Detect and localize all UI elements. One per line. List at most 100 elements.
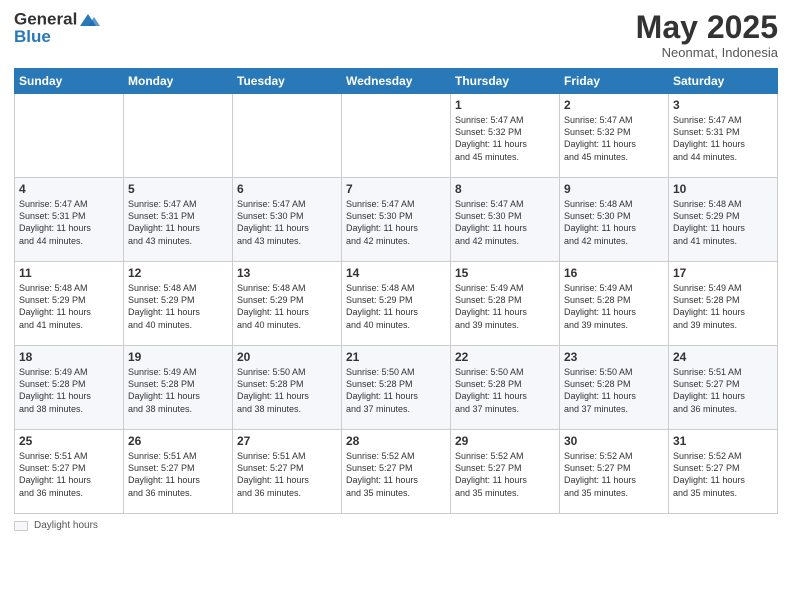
- calendar-cell: 5Sunrise: 5:47 AM Sunset: 5:31 PM Daylig…: [124, 178, 233, 262]
- day-number: 27: [237, 434, 337, 448]
- day-info: Sunrise: 5:47 AM Sunset: 5:31 PM Dayligh…: [673, 114, 773, 163]
- week-row-2: 4Sunrise: 5:47 AM Sunset: 5:31 PM Daylig…: [15, 178, 778, 262]
- weekday-header-friday: Friday: [560, 69, 669, 94]
- calendar-cell: 28 Sunrise: 5:52 AM Sunset: 5:27 PM Dayli…: [342, 430, 451, 514]
- day-number: 8: [455, 182, 555, 196]
- day-info: Sunrise: 5:49 AM Sunset: 5:28 PM Dayligh…: [19, 366, 119, 415]
- day-number: 2: [564, 98, 664, 112]
- day-number: 17: [673, 266, 773, 280]
- day-info: Sunrise: 5:47 AM Sunset: 5:32 PM Dayligh…: [455, 114, 555, 163]
- day-number: 15: [455, 266, 555, 280]
- calendar-cell: [233, 94, 342, 178]
- calendar-cell: 26Sunrise: 5:51 AM Sunset: 5:27 PM Dayli…: [124, 430, 233, 514]
- calendar-cell: 13 Sunrise: 5:48 AM Sunset: 5:29 PM Dayli…: [233, 262, 342, 346]
- day-number: 9: [564, 182, 664, 196]
- day-number: 30: [564, 434, 664, 448]
- day-info: Sunrise: 5:48 AM Sunset: 5:29 PM Dayligh…: [128, 282, 228, 331]
- day-number: 31: [673, 434, 773, 448]
- day-number: 3: [673, 98, 773, 112]
- calendar-cell: 23 Sunrise: 5:50 AM Sunset: 5:28 PM Dayli…: [560, 346, 669, 430]
- calendar-cell: 2 Sunrise: 5:47 AM Sunset: 5:32 PM Daylig…: [560, 94, 669, 178]
- weekday-header-sunday: Sunday: [15, 69, 124, 94]
- calendar-cell: 14 Sunrise: 5:48 AM Sunset: 5:29 PM Dayli…: [342, 262, 451, 346]
- day-number: 14: [346, 266, 446, 280]
- calendar-cell: 18 Sunrise: 5:49 AM Sunset: 5:28 PM Dayli…: [15, 346, 124, 430]
- footer-label: Daylight hours: [34, 520, 98, 531]
- calendar-cell: [15, 94, 124, 178]
- day-number: 1: [455, 98, 555, 112]
- day-info: Sunrise: 5:49 AM Sunset: 5:28 PM Dayligh…: [128, 366, 228, 415]
- calendar-cell: 16Sunrise: 5:49 AM Sunset: 5:28 PM Dayli…: [560, 262, 669, 346]
- day-info: Sunrise: 5:48 AM Sunset: 5:29 PM Dayligh…: [237, 282, 337, 331]
- calendar-cell: 7Sunrise: 5:47 AM Sunset: 5:30 PM Daylig…: [342, 178, 451, 262]
- day-info: Sunrise: 5:48 AM Sunset: 5:30 PM Dayligh…: [564, 198, 664, 247]
- footer-legend-box: [14, 521, 28, 531]
- calendar-table: SundayMondayTuesdayWednesdayThursdayFrid…: [14, 68, 778, 514]
- day-info: Sunrise: 5:49 AM Sunset: 5:28 PM Dayligh…: [455, 282, 555, 331]
- weekday-header-saturday: Saturday: [669, 69, 778, 94]
- page-container: General Blue May 2025 Neonmat, Indonesia…: [0, 0, 792, 541]
- calendar-cell: [342, 94, 451, 178]
- month-title: May 2025: [636, 10, 778, 45]
- day-number: 13: [237, 266, 337, 280]
- calendar-cell: 24Sunrise: 5:51 AM Sunset: 5:27 PM Dayli…: [669, 346, 778, 430]
- day-info: Sunrise: 5:52 AM Sunset: 5:27 PM Dayligh…: [455, 450, 555, 499]
- location: Neonmat, Indonesia: [636, 45, 778, 60]
- calendar-cell: 8Sunrise: 5:47 AM Sunset: 5:30 PM Daylig…: [451, 178, 560, 262]
- day-info: Sunrise: 5:49 AM Sunset: 5:28 PM Dayligh…: [673, 282, 773, 331]
- calendar-cell: 12 Sunrise: 5:48 AM Sunset: 5:29 PM Dayli…: [124, 262, 233, 346]
- day-number: 22: [455, 350, 555, 364]
- day-info: Sunrise: 5:50 AM Sunset: 5:28 PM Dayligh…: [346, 366, 446, 415]
- weekday-header-thursday: Thursday: [451, 69, 560, 94]
- title-block: May 2025 Neonmat, Indonesia: [636, 10, 778, 60]
- weekday-header-tuesday: Tuesday: [233, 69, 342, 94]
- logo-blue: Blue: [14, 28, 100, 47]
- calendar-cell: 27 Sunrise: 5:51 AM Sunset: 5:27 PM Dayli…: [233, 430, 342, 514]
- calendar-cell: [124, 94, 233, 178]
- day-number: 26: [128, 434, 228, 448]
- day-info: Sunrise: 5:47 AM Sunset: 5:32 PM Dayligh…: [564, 114, 664, 163]
- day-number: 18: [19, 350, 119, 364]
- day-info: Sunrise: 5:50 AM Sunset: 5:28 PM Dayligh…: [455, 366, 555, 415]
- day-number: 11: [19, 266, 119, 280]
- weekday-header-monday: Monday: [124, 69, 233, 94]
- day-number: 28: [346, 434, 446, 448]
- calendar-cell: 29 Sunrise: 5:52 AM Sunset: 5:27 PM Dayli…: [451, 430, 560, 514]
- day-number: 29: [455, 434, 555, 448]
- week-row-4: 18 Sunrise: 5:49 AM Sunset: 5:28 PM Dayli…: [15, 346, 778, 430]
- calendar-cell: 25Sunrise: 5:51 AM Sunset: 5:27 PM Dayli…: [15, 430, 124, 514]
- day-info: Sunrise: 5:51 AM Sunset: 5:27 PM Dayligh…: [673, 366, 773, 415]
- calendar-cell: 21 Sunrise: 5:50 AM Sunset: 5:28 PM Dayli…: [342, 346, 451, 430]
- weekday-header-wednesday: Wednesday: [342, 69, 451, 94]
- day-info: Sunrise: 5:52 AM Sunset: 5:27 PM Dayligh…: [673, 450, 773, 499]
- day-number: 21: [346, 350, 446, 364]
- day-info: Sunrise: 5:52 AM Sunset: 5:27 PM Dayligh…: [346, 450, 446, 499]
- page-header: General Blue May 2025 Neonmat, Indonesia: [14, 10, 778, 60]
- calendar-cell: 4Sunrise: 5:47 AM Sunset: 5:31 PM Daylig…: [15, 178, 124, 262]
- calendar-cell: 6Sunrise: 5:47 AM Sunset: 5:30 PM Daylig…: [233, 178, 342, 262]
- day-info: Sunrise: 5:48 AM Sunset: 5:29 PM Dayligh…: [673, 198, 773, 247]
- calendar-cell: 17 Sunrise: 5:49 AM Sunset: 5:28 PM Dayli…: [669, 262, 778, 346]
- calendar-cell: 10Sunrise: 5:48 AM Sunset: 5:29 PM Dayli…: [669, 178, 778, 262]
- calendar-cell: 20Sunrise: 5:50 AM Sunset: 5:28 PM Dayli…: [233, 346, 342, 430]
- day-info: Sunrise: 5:48 AM Sunset: 5:29 PM Dayligh…: [346, 282, 446, 331]
- day-number: 12: [128, 266, 228, 280]
- day-info: Sunrise: 5:47 AM Sunset: 5:31 PM Dayligh…: [19, 198, 119, 247]
- calendar-cell: 19Sunrise: 5:49 AM Sunset: 5:28 PM Dayli…: [124, 346, 233, 430]
- day-info: Sunrise: 5:51 AM Sunset: 5:27 PM Dayligh…: [19, 450, 119, 499]
- logo-icon: [78, 10, 100, 28]
- calendar-cell: 3 Sunrise: 5:47 AM Sunset: 5:31 PM Daylig…: [669, 94, 778, 178]
- calendar-cell: 11 Sunrise: 5:48 AM Sunset: 5:29 PM Dayli…: [15, 262, 124, 346]
- day-number: 6: [237, 182, 337, 196]
- day-info: Sunrise: 5:51 AM Sunset: 5:27 PM Dayligh…: [237, 450, 337, 499]
- day-number: 23: [564, 350, 664, 364]
- calendar-cell: 15 Sunrise: 5:49 AM Sunset: 5:28 PM Dayli…: [451, 262, 560, 346]
- week-row-5: 25Sunrise: 5:51 AM Sunset: 5:27 PM Dayli…: [15, 430, 778, 514]
- weekday-header-row: SundayMondayTuesdayWednesdayThursdayFrid…: [15, 69, 778, 94]
- day-info: Sunrise: 5:47 AM Sunset: 5:31 PM Dayligh…: [128, 198, 228, 247]
- day-info: Sunrise: 5:50 AM Sunset: 5:28 PM Dayligh…: [564, 366, 664, 415]
- day-info: Sunrise: 5:48 AM Sunset: 5:29 PM Dayligh…: [19, 282, 119, 331]
- week-row-3: 11 Sunrise: 5:48 AM Sunset: 5:29 PM Dayli…: [15, 262, 778, 346]
- day-number: 20: [237, 350, 337, 364]
- day-info: Sunrise: 5:52 AM Sunset: 5:27 PM Dayligh…: [564, 450, 664, 499]
